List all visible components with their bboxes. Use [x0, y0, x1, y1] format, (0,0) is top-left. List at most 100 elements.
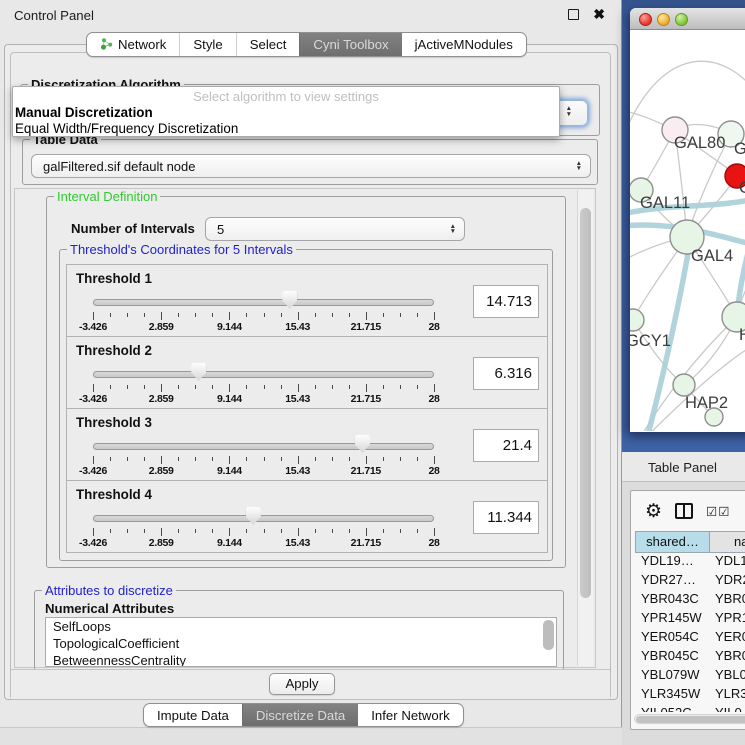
threshold-2-handle[interactable] — [191, 363, 206, 381]
columns-icon[interactable] — [675, 503, 693, 519]
checkbox-icons[interactable]: ☑☑ — [706, 504, 730, 519]
threshold-1-handle[interactable] — [282, 291, 297, 309]
tick-mark — [298, 312, 299, 320]
bottom-tab-bar: Impute DataDiscretize Data Infer Network — [143, 703, 464, 727]
vertical-scrollbar[interactable] — [577, 190, 593, 666]
cell-shared-name: YPR145W — [635, 610, 709, 629]
scale-label: 28 — [428, 393, 439, 405]
tick-mark — [195, 385, 196, 389]
scale-label: 15.43 — [285, 321, 310, 333]
tick-mark — [93, 456, 94, 464]
threshold-1-panel: Threshold 1 -3.4262.8599.14415.4321.7152… — [66, 264, 548, 337]
tab-select[interactable]: Select — [236, 33, 300, 56]
tick-mark — [264, 385, 265, 389]
tick-mark — [315, 457, 316, 461]
threshold-scale-labels: -3.4262.8599.14415.4321.71528 — [93, 321, 434, 333]
table-row[interactable]: YDL19…YDL1 — [635, 553, 745, 572]
column-header-name[interactable]: na — [710, 532, 745, 552]
bottom-tab-discretize-data[interactable]: Discretize Data — [242, 704, 358, 726]
threshold-value-field[interactable]: 21.4 — [473, 429, 539, 462]
network-graph: GAL80 GA GAL11 C GAL4 GCY1 H HAP2 — [630, 30, 745, 431]
tick-mark — [332, 529, 333, 533]
tick-mark — [127, 313, 128, 317]
tab-style[interactable]: Style — [179, 33, 235, 56]
attribute-item[interactable]: SelfLoops — [46, 618, 556, 635]
number-of-intervals-combobox[interactable]: 5 ▲▼ — [205, 217, 465, 241]
column-header-shared-name[interactable]: shared… — [636, 532, 710, 552]
table-data-group: Table Data galFiltered.sif default node … — [22, 139, 598, 185]
tick-mark — [281, 457, 282, 461]
cell-shared-name: YDR27… — [635, 572, 709, 591]
attribute-item[interactable]: TopologicalCoefficient — [46, 635, 556, 652]
threshold-slider-track[interactable] — [93, 515, 434, 522]
node-hap2[interactable] — [673, 374, 695, 396]
network-canvas[interactable]: GAL80 GA GAL11 C GAL4 GCY1 H HAP2 — [630, 30, 745, 431]
table-row[interactable]: YDR27…YDR2 — [635, 572, 745, 591]
threshold-value-field[interactable]: 14.713 — [473, 285, 539, 318]
close-icon[interactable]: ✖ — [593, 6, 605, 23]
scale-label: 15.43 — [285, 537, 310, 549]
gear-icon[interactable]: ⚙ — [645, 502, 662, 521]
tick-mark — [93, 312, 94, 320]
node-gcy1[interactable] — [630, 309, 644, 331]
tick-mark — [383, 529, 384, 533]
node-label-gcy1: GCY1 — [630, 332, 671, 350]
footer-bar — [0, 727, 622, 745]
bottom-tab-infer-network[interactable]: Infer Network — [358, 704, 462, 726]
threshold-slider-track[interactable] — [93, 371, 434, 378]
tick-mark — [161, 312, 162, 320]
scrollbar-thumb[interactable] — [580, 208, 591, 598]
numerical-attributes-list[interactable]: SelfLoopsTopologicalCoefficientBetweenne… — [45, 617, 557, 667]
horizontal-scrollbar[interactable] — [634, 714, 745, 724]
node-label-ga: GA — [734, 140, 745, 158]
tick-mark — [110, 385, 111, 389]
scale-label: 21.715 — [351, 321, 381, 333]
table-row[interactable]: YLR345WYLR3 — [635, 686, 745, 705]
tick-mark — [417, 385, 418, 389]
table-data-combobox[interactable]: galFiltered.sif default node ▲▼ — [31, 154, 591, 178]
tick-mark — [434, 456, 435, 464]
table-row[interactable]: YER054CYER0 — [635, 629, 745, 648]
algorithm-option-manual[interactable]: Manual Discretization — [13, 105, 559, 121]
table-row[interactable]: YIL052CYIL0 — [635, 705, 745, 712]
table-row[interactable]: YPR145WYPR1 — [635, 610, 745, 629]
network-view-window: GAL80 GA GAL11 C GAL4 GCY1 H HAP2 — [630, 8, 745, 432]
table-row[interactable]: YBR045CYBR0 — [635, 648, 745, 667]
cell-shared-name: YIL052C — [635, 705, 709, 712]
interval-definition-group: Interval Definition Number of Intervals … — [46, 196, 566, 568]
close-traffic-icon[interactable] — [639, 13, 652, 26]
algorithm-placeholder: Select algorithm to view settings — [13, 87, 559, 105]
cell-name: YIL0 — [709, 705, 745, 712]
tick-mark — [281, 385, 282, 389]
threshold-3-handle[interactable] — [355, 435, 370, 453]
tab-network[interactable]: Network — [87, 33, 179, 56]
interval-definition-title: Interval Definition — [54, 189, 160, 204]
threshold-scale-labels: -3.4262.8599.14415.4321.71528 — [93, 393, 434, 405]
tab-label: Infer Network — [371, 708, 449, 723]
algorithm-option-equal-width[interactable]: Equal Width/Frequency Discretization — [13, 121, 559, 137]
zoom-traffic-icon[interactable] — [675, 13, 688, 26]
table-panel-body: ⚙ ☑☑ shared… na YDL19…YDL1YDR27…YDR2YBR0… — [630, 490, 745, 730]
threshold-value-field[interactable]: 6.316 — [473, 357, 539, 390]
tab-cyni-toolbox[interactable]: Cyni Toolbox — [299, 33, 401, 56]
table-row[interactable]: YBR043CYBR0 — [635, 591, 745, 610]
attribute-item[interactable]: BetweennessCentrality — [46, 652, 556, 667]
threshold-slider-track[interactable] — [93, 443, 434, 450]
scale-label: 9.144 — [217, 321, 242, 333]
threshold-slider-track[interactable] — [93, 299, 434, 306]
minimize-traffic-icon[interactable] — [657, 13, 670, 26]
list-scrollbar-thumb[interactable] — [543, 620, 554, 650]
threshold-value-field[interactable]: 11.344 — [473, 501, 539, 534]
tick-mark — [366, 456, 367, 464]
tab-jactivemnodules[interactable]: jActiveMNodules — [402, 33, 526, 56]
tick-mark — [178, 385, 179, 389]
bottom-tab-impute-data[interactable]: Impute Data — [144, 704, 242, 726]
apply-button[interactable]: Apply — [269, 673, 335, 695]
float-window-icon[interactable] — [568, 9, 579, 20]
horizontal-scrollbar-thumb[interactable] — [636, 716, 745, 723]
tick-mark — [400, 529, 401, 533]
cell-name: YDR2 — [709, 572, 745, 591]
threshold-4-handle[interactable] — [246, 507, 261, 525]
table-row[interactable]: YBL079WYBL0 — [635, 667, 745, 686]
table-panel-titlebar: Table Panel — [622, 452, 745, 482]
